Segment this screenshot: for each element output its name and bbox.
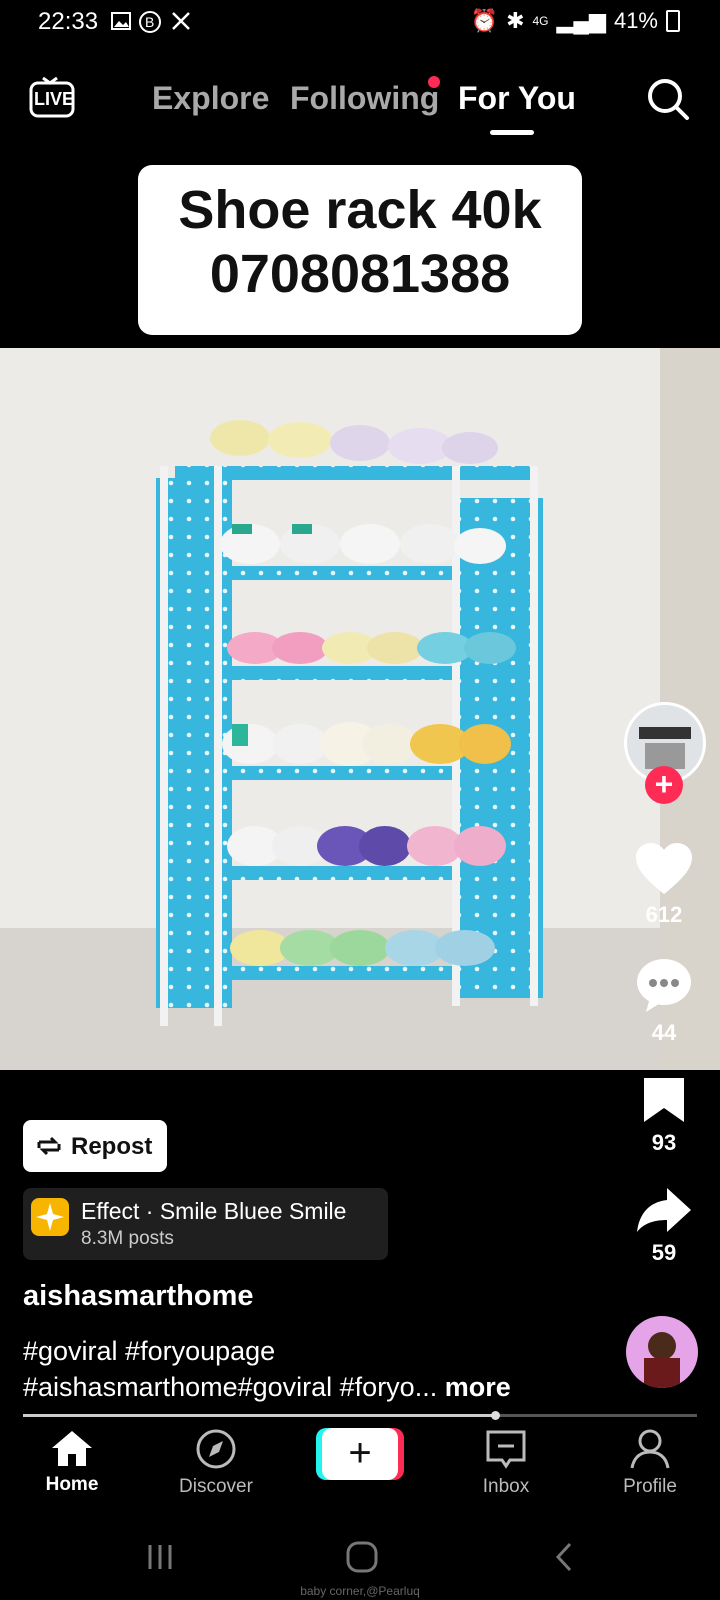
nav-profile[interactable]: Profile (590, 1428, 710, 1498)
save-count: 93 (651, 1130, 677, 1155)
video-progress-bar[interactable] (23, 1411, 697, 1420)
back-icon[interactable] (552, 1540, 576, 1579)
active-tab-indicator (490, 130, 534, 135)
create-post-button[interactable]: + (316, 1428, 404, 1480)
tab-following[interactable]: Following (290, 80, 439, 117)
effect-title: Effect · Smile Bluee Smile (81, 1198, 347, 1224)
effect-card[interactable]: Effect · Smile Bluee Smile 8.3M posts (23, 1188, 388, 1260)
video-text-overlay: Shoe rack 40k 0708081388 (138, 165, 582, 335)
alarm-icon: ⏰ (470, 8, 499, 33)
bookmark-icon (644, 1078, 684, 1122)
caption-line-2[interactable]: #aishasmarthome#goviral #foryo... more (23, 1372, 511, 1403)
like-count: 612 (645, 902, 683, 927)
share-button[interactable]: 59 (624, 1186, 704, 1266)
tab-for-you[interactable]: For You (458, 80, 576, 117)
plus-icon: + (322, 1428, 398, 1480)
banner-line-1: Shoe rack 40k (178, 180, 542, 240)
repost-button[interactable]: Repost (23, 1120, 167, 1172)
nav-home[interactable]: Home (12, 1428, 132, 1496)
nav-inbox[interactable]: Inbox (446, 1428, 566, 1498)
comment-button[interactable]: 44 (624, 956, 704, 1046)
effect-sparkle-icon (31, 1198, 69, 1236)
status-time: 22:33 (38, 8, 99, 35)
music-disc-image (644, 1332, 680, 1388)
battery-icon (666, 10, 680, 32)
network-type: 4G (532, 14, 549, 28)
nav-discover[interactable]: Discover (156, 1428, 276, 1498)
video-progress-thumb[interactable] (490, 1411, 500, 1420)
b-icon: B (138, 10, 162, 34)
music-disc-avatar[interactable] (626, 1316, 698, 1388)
bluetooth-icon: ✱ (506, 8, 525, 33)
like-button[interactable]: 612 (624, 842, 704, 928)
signal-icon: ▂▄▆ (556, 8, 606, 33)
top-nav: LIVE Explore Following For You (0, 60, 720, 140)
status-indicators: ⏰ ✱ 4G ▂▄▆ 41% (471, 8, 680, 34)
notification-dot (428, 76, 440, 88)
heart-icon (636, 843, 692, 894)
live-button[interactable]: LIVE (28, 72, 76, 125)
home-system-icon[interactable] (345, 1540, 379, 1579)
recent-apps-icon[interactable] (146, 1542, 176, 1577)
inbox-icon (486, 1430, 526, 1469)
caption-text: #aishasmarthome#goviral #foryo... (23, 1372, 438, 1402)
repost-icon (35, 1132, 63, 1167)
video-frame[interactable] (0, 348, 720, 1070)
effect-subtitle: 8.3M posts (81, 1228, 174, 1249)
share-arrow-icon (637, 1188, 691, 1232)
bottom-nav: Home Discover + Inbox Profile (0, 1420, 720, 1520)
username[interactable]: aishasmarthome (23, 1280, 254, 1313)
gallery-icon (110, 10, 132, 34)
repost-label: Repost (71, 1133, 153, 1160)
nav-discover-label: Discover (179, 1476, 253, 1497)
nav-profile-label: Profile (623, 1476, 677, 1497)
comment-count: 44 (651, 1020, 677, 1045)
nav-home-label: Home (45, 1474, 99, 1495)
shoe-rack-image (0, 348, 720, 1070)
video-progress-fill (23, 1414, 495, 1417)
tab-explore[interactable]: Explore (152, 80, 269, 117)
banner-line-2: 0708081388 (209, 244, 511, 304)
svg-text:B: B (145, 14, 154, 30)
profile-icon (630, 1429, 670, 1469)
status-bar: 22:33 B ⏰ ✱ 4G ▂▄▆ 41% (0, 0, 720, 44)
compass-icon (196, 1429, 236, 1469)
more-link[interactable]: more (445, 1372, 511, 1402)
home-icon (52, 1431, 92, 1466)
caption-line-1[interactable]: #goviral #foryoupage (23, 1336, 275, 1367)
live-label: LIVE (34, 89, 75, 109)
nav-inbox-label: Inbox (482, 1476, 530, 1497)
watermark: baby corner,@Pearluq (300, 1584, 420, 1598)
save-button[interactable]: 93 (624, 1076, 704, 1156)
battery-level: 41% (613, 8, 658, 33)
share-count: 59 (651, 1240, 677, 1265)
creator-avatar[interactable]: + (624, 702, 706, 804)
x-icon (170, 10, 192, 34)
search-icon[interactable] (645, 76, 691, 127)
follow-plus-button[interactable]: + (645, 766, 683, 804)
comment-icon (637, 959, 691, 1012)
